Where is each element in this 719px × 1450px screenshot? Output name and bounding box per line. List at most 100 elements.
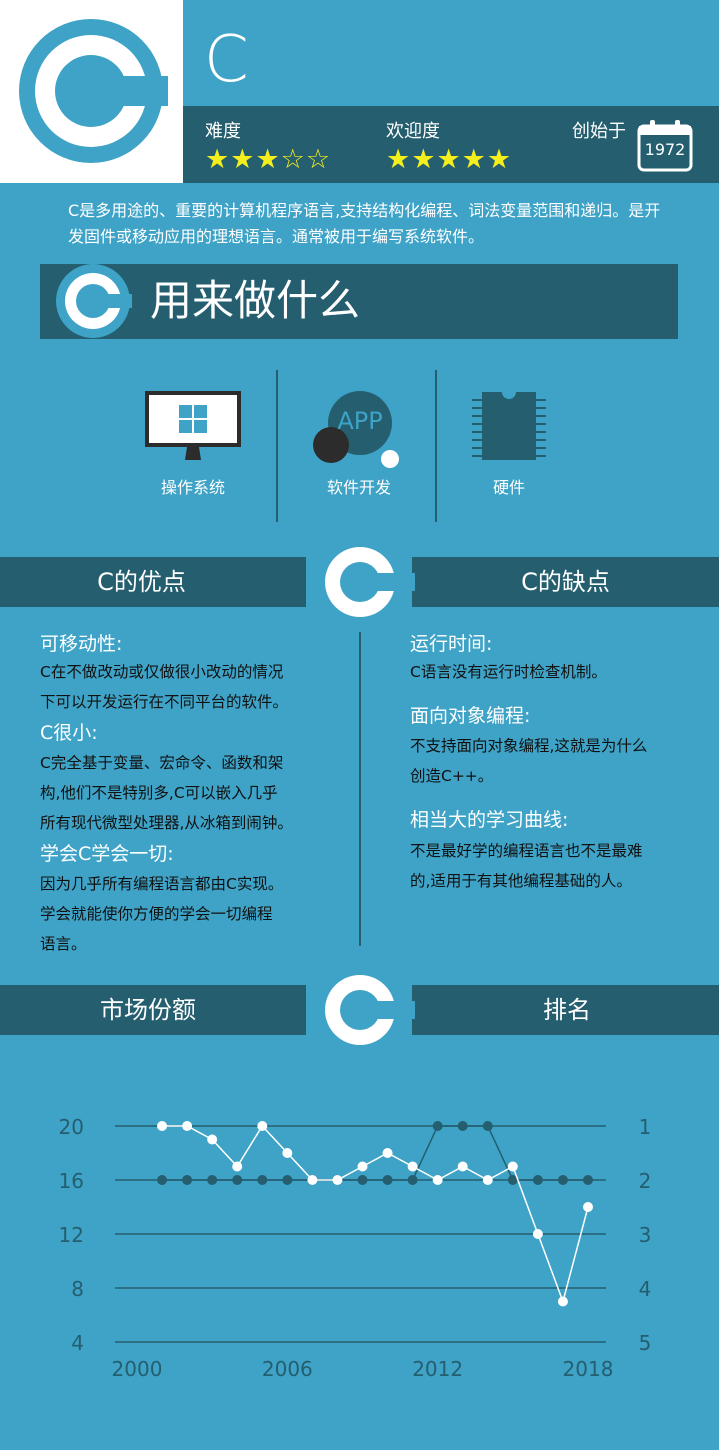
founded-year: 1972 [644, 140, 686, 159]
pros-title: C的优点 [97, 568, 186, 596]
data-point [382, 1148, 393, 1158]
app-icon-text: APP [337, 407, 383, 435]
c-logo-icon [318, 540, 415, 624]
pro-text-line: C完全基于变量、宏命令、函数和架 [40, 754, 284, 772]
difficulty-label: 难度 [205, 121, 241, 142]
star-empty-icon: ☆ [280, 144, 306, 175]
data-point [282, 1175, 293, 1185]
pro-text-line: 学会就能使你方便的学会一切编程 [40, 905, 273, 923]
market-share-title: 市场份额 [100, 996, 196, 1024]
con-text-line: 不支持面向对象编程,这就是为什么 [410, 737, 648, 755]
con-text-line: C语言没有运行时检查机制。 [410, 663, 607, 681]
pro-text-line: 构,他们不是特别多,C可以嵌入几乎 [40, 784, 278, 802]
data-point [507, 1161, 518, 1172]
data-point [482, 1175, 493, 1185]
series-line [162, 1124, 589, 1304]
pro-heading: 可移动性: [40, 633, 123, 655]
data-point [232, 1175, 243, 1185]
con-heading: 运行时间: [410, 633, 493, 655]
data-point [257, 1121, 268, 1131]
con-heading: 面向对象编程: [410, 705, 531, 727]
c-logo-icon [318, 968, 415, 1052]
use-label-hardware: 硬件 [492, 478, 525, 497]
pro-text-line: 下可以开发运行在不同平台的软件。 [40, 693, 289, 711]
data-point [457, 1121, 468, 1131]
pro-heading: C很小: [40, 722, 98, 744]
star-filled-icon: ★ [255, 144, 281, 175]
line-chart: 20 1 16 2 12 3 8 4 4 5 2000 2006 2012 2018 [59, 1115, 652, 1381]
pro-text-line: 语言。 [40, 935, 87, 953]
left-tick-label: 8 [71, 1277, 84, 1301]
right-tick-label: 5 [639, 1331, 652, 1355]
star-filled-icon: ★ [461, 144, 487, 175]
pro-text-line: 所有现代微型处理器,从冰箱到闹钟。 [40, 814, 293, 832]
left-tick-label: 20 [59, 1115, 84, 1139]
calendar-icon: 1972 [637, 118, 693, 172]
data-point [407, 1175, 418, 1185]
x-tick-label: 2018 [563, 1357, 614, 1381]
con-text-line: 的,适用于有其他编程基础的人。 [410, 872, 632, 890]
data-point [357, 1161, 368, 1172]
data-point [583, 1202, 593, 1212]
difficulty-stars: ★★★☆☆ [205, 145, 331, 175]
series-line [162, 1125, 588, 1181]
data-point [157, 1175, 168, 1185]
data-point [557, 1296, 568, 1307]
data-point [157, 1121, 168, 1131]
c-logo-icon [19, 19, 168, 163]
popularity-label: 欢迎度 [386, 121, 440, 142]
data-point [307, 1175, 318, 1185]
data-point [182, 1175, 193, 1185]
cons-title: C的缺点 [521, 568, 610, 596]
data-point [232, 1161, 243, 1172]
use-label-software: 软件开发 [326, 478, 391, 497]
left-tick-label: 16 [59, 1169, 84, 1193]
star-filled-icon: ★ [436, 144, 462, 175]
uses-title: 用来做什么 [150, 276, 361, 325]
star-filled-icon: ★ [486, 144, 513, 175]
right-tick-label: 3 [639, 1223, 652, 1247]
data-point [207, 1134, 218, 1145]
data-point [583, 1175, 593, 1185]
left-tick-label: 12 [59, 1223, 84, 1247]
data-point [432, 1121, 443, 1131]
description: C是多用途的、重要的计算机程序语言,支持结构化编程、词法变量范围和递归。是开发固… [68, 201, 661, 246]
left-tick-label: 4 [71, 1331, 84, 1355]
data-point [457, 1161, 468, 1172]
data-point [532, 1229, 543, 1239]
data-point [332, 1175, 343, 1185]
con-text-line: 不是最好学的编程语言也不是最难 [410, 842, 643, 860]
app-icon: APP [310, 390, 405, 470]
star-filled-icon: ★ [386, 144, 412, 175]
right-tick-label: 1 [639, 1115, 652, 1139]
data-point [407, 1161, 418, 1172]
right-tick-label: 4 [639, 1277, 652, 1301]
data-point [357, 1175, 368, 1185]
windows-monitor-icon [144, 390, 242, 462]
data-point [432, 1175, 443, 1185]
pro-heading: 学会C学会一切: [40, 843, 174, 865]
c-logo-icon [56, 264, 132, 338]
logo-box [0, 0, 183, 183]
divider [435, 370, 437, 522]
star-filled-icon: ★ [411, 144, 437, 175]
star-filled-icon: ★ [205, 144, 231, 175]
data-point [282, 1148, 293, 1158]
star-filled-icon: ★ [230, 144, 256, 175]
data-point [557, 1175, 568, 1185]
data-point [182, 1121, 193, 1131]
con-text-line: 创造C++。 [410, 767, 494, 785]
star-empty-icon: ☆ [305, 144, 332, 175]
right-tick-label: 2 [639, 1169, 652, 1193]
x-tick-label: 2000 [112, 1357, 163, 1381]
con-heading: 相当大的学习曲线: [410, 809, 569, 831]
data-point [207, 1175, 218, 1185]
divider [359, 632, 361, 946]
ranking-title: 排名 [543, 996, 591, 1024]
data-point [382, 1175, 393, 1185]
data-point [257, 1175, 268, 1185]
data-point [532, 1175, 543, 1185]
pro-text-line: 因为几乎所有编程语言都由C实现。 [40, 875, 284, 893]
page-title: C [204, 23, 249, 97]
use-label-os: 操作系统 [160, 478, 225, 497]
